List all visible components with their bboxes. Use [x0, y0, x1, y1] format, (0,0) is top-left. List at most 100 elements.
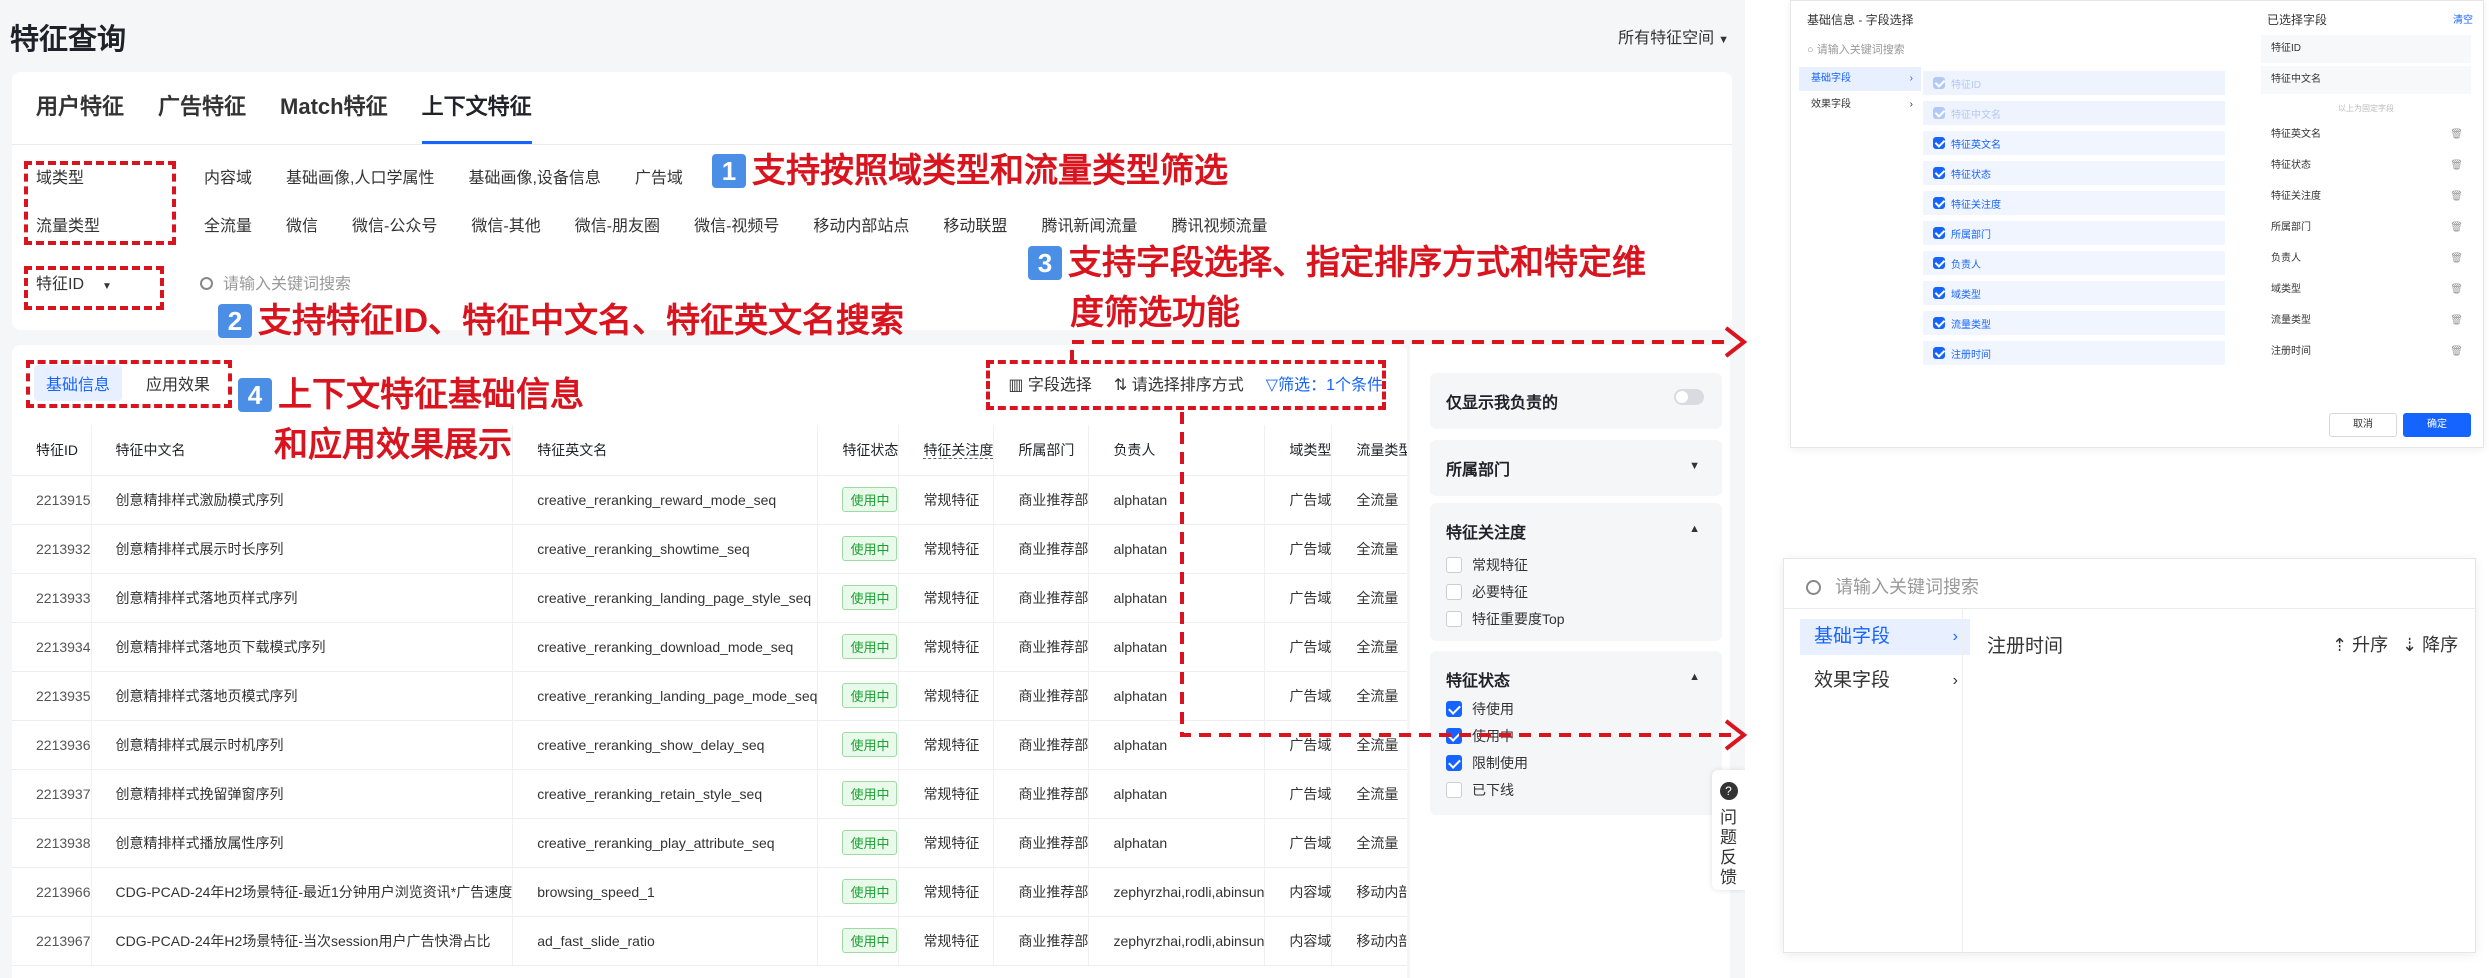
- col-feature-id[interactable]: 特征ID: [12, 425, 92, 476]
- traffic-option[interactable]: 腾讯视频流量: [1171, 212, 1267, 236]
- modal-field-item[interactable]: 特征关注度: [1923, 191, 2225, 215]
- modal-field-item[interactable]: 注册时间: [1923, 341, 2225, 365]
- traffic-option[interactable]: 微信-公众号: [352, 212, 437, 236]
- search-input[interactable]: 请输入关键词搜索: [200, 270, 351, 294]
- selected-field-item[interactable]: 特征状态 🗑: [2261, 152, 2471, 180]
- modal-field-item[interactable]: 特征状态: [1923, 161, 2225, 185]
- modal-field-item[interactable]: 所属部门: [1923, 221, 2225, 245]
- table-row[interactable]: 2213932 创意精排样式展示时长序列 creative_reranking_sh…: [12, 524, 1407, 574]
- field-select-button[interactable]: ▥ 字段选择: [1008, 371, 1092, 395]
- col-feature-status[interactable]: 特征状态: [817, 425, 900, 476]
- modal-field-item[interactable]: 特征英文名: [1923, 131, 2225, 155]
- table-row[interactable]: 2213938 创意精排样式播放属性序列 creative_reranking_pl…: [12, 818, 1407, 868]
- attention-option[interactable]: 特征重要度Top: [1446, 609, 1565, 629]
- status-option[interactable]: 待使用: [1446, 699, 1514, 719]
- selected-field-item[interactable]: 域类型 🗑: [2261, 276, 2471, 304]
- tab-basic-info[interactable]: 基础信息: [34, 365, 123, 401]
- caret-up-icon[interactable]: ▲: [1689, 671, 1700, 683]
- selected-field-item[interactable]: 注册时间 🗑: [2261, 338, 2471, 366]
- tab-ad-features[interactable]: 广告特征: [158, 90, 246, 144]
- traffic-option[interactable]: 腾讯新闻流量: [1041, 212, 1137, 236]
- trash-icon[interactable]: 🗑: [2450, 152, 2463, 180]
- cancel-button[interactable]: 取消: [2329, 413, 2397, 437]
- clear-button[interactable]: 清空: [2453, 11, 2473, 26]
- table-row[interactable]: 2213936 创意精排样式展示时机序列 creative_reranking_sh…: [12, 720, 1407, 770]
- sort-search-input[interactable]: 请输入关键词搜索: [1784, 559, 2475, 609]
- trash-icon[interactable]: 🗑: [2450, 338, 2463, 366]
- checkbox[interactable]: [1446, 728, 1462, 744]
- checkbox[interactable]: [1446, 584, 1462, 600]
- col-feature-attention[interactable]: 特征关注度: [898, 425, 995, 476]
- checkbox[interactable]: [1933, 257, 1945, 269]
- modal-field-item[interactable]: 流量类型: [1923, 311, 2225, 335]
- selected-field-item[interactable]: 特征英文名 🗑: [2261, 121, 2471, 149]
- modal-category-basic[interactable]: 基础字段 ›: [1799, 67, 1921, 91]
- table-row[interactable]: 2213966 CDG-PCAD-24年H2场景特征-最近1分钟用户浏览资讯*广告…: [12, 867, 1407, 917]
- modal-field-item[interactable]: 负责人: [1923, 251, 2225, 275]
- checkbox[interactable]: [1446, 755, 1462, 771]
- domain-option[interactable]: 基础画像,人口学属性: [286, 164, 434, 188]
- status-option[interactable]: 限制使用: [1446, 753, 1528, 773]
- col-department[interactable]: 所属部门: [993, 425, 1090, 476]
- trash-icon[interactable]: 🗑: [2450, 121, 2463, 149]
- domain-option[interactable]: 基础画像,设备信息: [468, 164, 600, 188]
- table-row[interactable]: 2213967 CDG-PCAD-24年H2场景特征-当次session用户广告快…: [12, 916, 1407, 966]
- traffic-option[interactable]: 微信: [286, 212, 318, 236]
- checkbox[interactable]: [1933, 227, 1945, 239]
- sort-select-button[interactable]: ⇅ 请选择排序方式: [1114, 371, 1244, 395]
- col-traffic-type[interactable]: 流量类型: [1331, 425, 1407, 476]
- status-option[interactable]: 已下线: [1446, 780, 1514, 800]
- traffic-option[interactable]: 微信-朋友圈: [575, 212, 660, 236]
- trash-icon[interactable]: 🗑: [2450, 214, 2463, 242]
- modal-category-effect[interactable]: 效果字段 ›: [1799, 93, 1921, 117]
- checkbox[interactable]: [1933, 197, 1945, 209]
- checkbox[interactable]: [1933, 287, 1945, 299]
- attention-option[interactable]: 必要特征: [1446, 582, 1528, 602]
- confirm-button[interactable]: 确定: [2403, 413, 2471, 437]
- checkbox[interactable]: [1446, 611, 1462, 627]
- trash-icon[interactable]: 🗑: [2450, 307, 2463, 335]
- table-row[interactable]: 2213937 创意精排样式挽留弹窗序列 creative_reranking_re…: [12, 769, 1407, 819]
- traffic-option[interactable]: 微信-其他: [471, 212, 540, 236]
- checkbox[interactable]: [1933, 137, 1945, 149]
- tab-context-features[interactable]: 上下文特征: [421, 90, 532, 144]
- only-mine-toggle[interactable]: [1674, 389, 1704, 405]
- checkbox[interactable]: [1446, 782, 1462, 798]
- checkbox[interactable]: [1446, 557, 1462, 573]
- domain-option[interactable]: 广告域: [635, 164, 683, 188]
- table-row[interactable]: 2213933 创意精排样式落地页样式序列 creative_reranking_l…: [12, 573, 1407, 623]
- filter-button[interactable]: ▽筛选：1个条件: [1266, 371, 1383, 395]
- space-selector[interactable]: 所有特征空间 ▼: [1618, 24, 1729, 48]
- feedback-button[interactable]: ? 问题反馈: [1712, 770, 1745, 890]
- traffic-option[interactable]: 移动联盟: [943, 212, 1007, 236]
- col-owner[interactable]: 负责人: [1088, 425, 1266, 476]
- attention-option[interactable]: 常规特征: [1446, 555, 1528, 575]
- domain-option[interactable]: 内容域: [204, 164, 252, 188]
- tab-user-features[interactable]: 用户特征: [36, 90, 124, 144]
- sort-desc-button[interactable]: ⇣ 降序: [2402, 631, 2458, 657]
- status-option[interactable]: 使用中: [1446, 726, 1514, 746]
- traffic-option[interactable]: 微信-视频号: [694, 212, 779, 236]
- sort-category-effect[interactable]: 效果字段 ›: [1800, 663, 1970, 699]
- tab-match-features[interactable]: Match特征: [280, 90, 388, 144]
- selected-field-item[interactable]: 所属部门 🗑: [2261, 214, 2471, 242]
- sort-asc-button[interactable]: ⇡ 升序: [2332, 631, 2388, 657]
- traffic-option[interactable]: 全流量: [204, 212, 252, 236]
- checkbox[interactable]: [1446, 701, 1462, 717]
- modal-search-input[interactable]: ○ 请输入关键词搜索: [1807, 41, 1905, 57]
- trash-icon[interactable]: 🗑: [2450, 276, 2463, 304]
- selected-field-item[interactable]: 特征关注度 🗑: [2261, 183, 2471, 211]
- search-field-select[interactable]: 特征ID ▼: [36, 270, 112, 294]
- department-block[interactable]: 所属部门 ▼: [1430, 440, 1722, 496]
- caret-up-icon[interactable]: ▲: [1689, 523, 1700, 535]
- table-row[interactable]: 2213915 创意精排样式激励模式序列 creative_reranking_re…: [12, 475, 1407, 525]
- modal-field-item[interactable]: 域类型: [1923, 281, 2225, 305]
- checkbox[interactable]: [1933, 167, 1945, 179]
- traffic-option[interactable]: 移动内部站点: [813, 212, 909, 236]
- selected-field-item[interactable]: 流量类型 🗑: [2261, 307, 2471, 335]
- tab-application-effect[interactable]: 应用效果: [134, 365, 222, 401]
- checkbox[interactable]: [1933, 317, 1945, 329]
- sort-category-basic[interactable]: 基础字段 ›: [1800, 619, 1970, 655]
- trash-icon[interactable]: 🗑: [2450, 245, 2463, 273]
- trash-icon[interactable]: 🗑: [2450, 183, 2463, 211]
